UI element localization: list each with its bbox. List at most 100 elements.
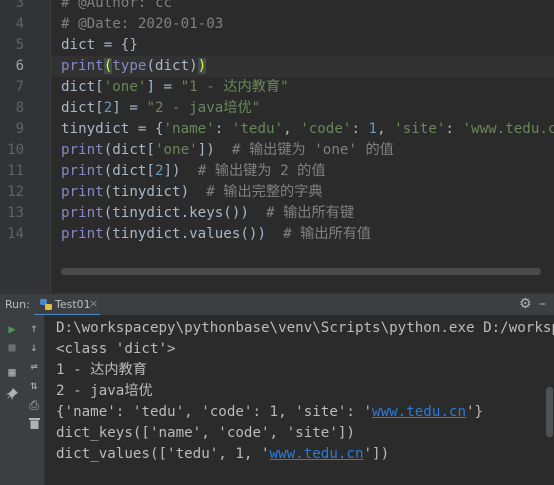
output-text: dict_values(['tedu', 1, ' bbox=[56, 446, 270, 462]
console-output-line: <class 'dict'> bbox=[56, 341, 176, 357]
code-line: dict = {} bbox=[61, 35, 138, 56]
console-toolbar: ↑ ↓ ⇌ ⇅ ⎙ bbox=[23, 315, 45, 485]
line-number: 5 bbox=[15, 37, 24, 53]
output-link[interactable]: www.tedu.cn bbox=[270, 446, 364, 462]
scroll-to-end-icon[interactable]: ⇅ bbox=[26, 378, 42, 392]
code-text: : bbox=[445, 121, 463, 137]
trash-shape bbox=[28, 418, 40, 429]
code-text: dict[ bbox=[61, 79, 104, 95]
code-line: print(dict['one']) # 输出键为 'one' 的值 bbox=[61, 140, 394, 161]
stop-icon[interactable]: ■ bbox=[4, 340, 20, 354]
comment: # 输出所有值 bbox=[283, 226, 372, 242]
code-text: (dict) bbox=[146, 58, 198, 74]
code-line: dict[2] = "2 - java培优" bbox=[61, 98, 260, 119]
soft-wrap-icon[interactable]: ⇌ bbox=[26, 359, 42, 373]
string-literal: 'site' bbox=[394, 121, 446, 137]
minimize-icon[interactable]: – bbox=[539, 296, 546, 312]
horizontal-scrollbar[interactable] bbox=[61, 268, 541, 275]
code-text: (tinydict.values()) bbox=[103, 226, 284, 242]
comment: # 输出所有键 bbox=[266, 205, 355, 221]
comment: # 输出键为 2 的值 bbox=[197, 163, 326, 179]
code-text: ]) bbox=[163, 163, 198, 179]
console-output-line: {'name': 'tedu', 'code': 1, 'site': 'www… bbox=[56, 402, 483, 423]
builtin-print: print bbox=[61, 58, 104, 74]
down-arrow-icon[interactable]: ↓ bbox=[26, 340, 42, 354]
pin-shape bbox=[6, 388, 18, 400]
comment: # 输出键为 'one' 的值 bbox=[231, 142, 394, 158]
vertical-scrollbar[interactable] bbox=[546, 387, 553, 437]
output-text: {'name': 'tedu', 'code': 1, 'site': ' bbox=[56, 404, 373, 420]
code-line: print(tinydict) # 输出完整的字典 bbox=[61, 182, 323, 203]
line-number: 8 bbox=[15, 100, 24, 116]
builtin-type: type bbox=[112, 58, 147, 74]
code-text: , bbox=[283, 121, 301, 137]
line-number: 11 bbox=[7, 163, 24, 179]
output-text: '} bbox=[466, 404, 484, 420]
code-text: (dict[ bbox=[103, 142, 155, 158]
line-number: 3 bbox=[15, 0, 24, 11]
string-literal: 'one' bbox=[103, 79, 147, 95]
code-text: (dict[ bbox=[103, 163, 155, 179]
string-literal: 'www.tedu.cn bbox=[462, 121, 554, 137]
pin-icon[interactable] bbox=[4, 388, 20, 403]
line-number-gutter: 3 4 5 6 7 8 9 10 11 12 13 14 bbox=[0, 0, 51, 293]
string-literal: 'name' bbox=[163, 121, 215, 137]
print-icon[interactable]: ⎙ bbox=[26, 398, 42, 412]
line-number: 12 bbox=[7, 184, 24, 200]
console-output-line: dict_values(['tedu', 1, 'www.tedu.cn']) bbox=[56, 444, 389, 465]
comment: # @Date: 2020-01-03 bbox=[61, 16, 224, 32]
code-text: (tinydict.keys()) bbox=[103, 205, 267, 221]
tab-label: Test01 bbox=[55, 298, 91, 311]
string-literal: "2 - java培优" bbox=[146, 100, 261, 116]
comment: # @Author: cc bbox=[61, 0, 173, 11]
rerun-icon[interactable]: ▶ bbox=[4, 322, 20, 336]
close-icon[interactable]: × bbox=[89, 297, 98, 310]
run-label: Run: bbox=[5, 298, 30, 311]
builtin-print: print bbox=[61, 142, 104, 158]
code-line: print(dict[2]) # 输出键为 2 的值 bbox=[61, 161, 326, 182]
code-text: dict = {} bbox=[61, 37, 138, 53]
code-line: # @Author: cc bbox=[61, 0, 172, 14]
code-line: print(tinydict.values()) # 输出所有值 bbox=[61, 224, 371, 245]
builtin-print: print bbox=[61, 184, 104, 200]
comment: # 输出完整的字典 bbox=[206, 184, 323, 200]
console-output-line: 2 - java培优 bbox=[56, 383, 153, 399]
line-number: 9 bbox=[15, 121, 24, 137]
output-link[interactable]: www.tedu.cn bbox=[372, 404, 466, 420]
tab-test01[interactable]: Test01 × bbox=[34, 294, 100, 316]
console-panel[interactable]: ▶ ■ ▦ ↑ ↓ ⇌ ⇅ ⎙ D:\workspacepy\pythonbas… bbox=[0, 315, 554, 485]
code-text: (tinydict) bbox=[103, 184, 207, 200]
code-line: print(tinydict.keys()) # 输出所有键 bbox=[61, 203, 354, 224]
code-text: , bbox=[377, 121, 395, 137]
up-arrow-icon[interactable]: ↑ bbox=[26, 321, 42, 335]
number-literal: 2 bbox=[154, 163, 164, 179]
console-output-line: 1 - 达内教育 bbox=[56, 362, 147, 378]
builtin-print: print bbox=[61, 163, 104, 179]
gear-icon[interactable]: ⚙ bbox=[519, 296, 532, 312]
string-literal: "1 - 达内教育" bbox=[180, 79, 289, 95]
output-text: ']) bbox=[363, 446, 390, 462]
run-toolbar: ▶ ■ ▦ bbox=[0, 315, 23, 485]
code-line: print(type(dict)) bbox=[61, 56, 207, 77]
code-line: # @Date: 2020-01-03 bbox=[61, 14, 223, 35]
matched-paren: ) bbox=[197, 58, 207, 74]
layout-icon[interactable]: ▦ bbox=[4, 365, 20, 379]
trash-icon[interactable] bbox=[26, 417, 42, 432]
code-text: dict[ bbox=[61, 100, 104, 116]
line-number: 4 bbox=[15, 16, 24, 32]
string-literal: 'code' bbox=[300, 121, 352, 137]
code-text: : bbox=[351, 121, 369, 137]
run-tool-window-header: Run: Test01 × ⚙ – bbox=[0, 293, 554, 316]
console-output-line: D:\workspacepy\pythonbase\venv\Scripts\p… bbox=[56, 320, 554, 336]
line-number: 14 bbox=[7, 226, 24, 242]
code-editor[interactable]: 3 4 5 6 7 8 9 10 11 12 13 14 # @Author: … bbox=[0, 0, 554, 293]
builtin-print: print bbox=[61, 226, 104, 242]
code-text: ]) bbox=[197, 142, 232, 158]
code-line: dict['one'] = "1 - 达内教育" bbox=[61, 77, 289, 98]
code-text: ] = bbox=[112, 100, 147, 116]
number-literal: 1 bbox=[368, 121, 378, 137]
string-literal: 'tedu' bbox=[231, 121, 284, 137]
string-literal: 'one' bbox=[154, 142, 198, 158]
line-number: 13 bbox=[7, 205, 24, 221]
code-text: ] = bbox=[146, 79, 181, 95]
